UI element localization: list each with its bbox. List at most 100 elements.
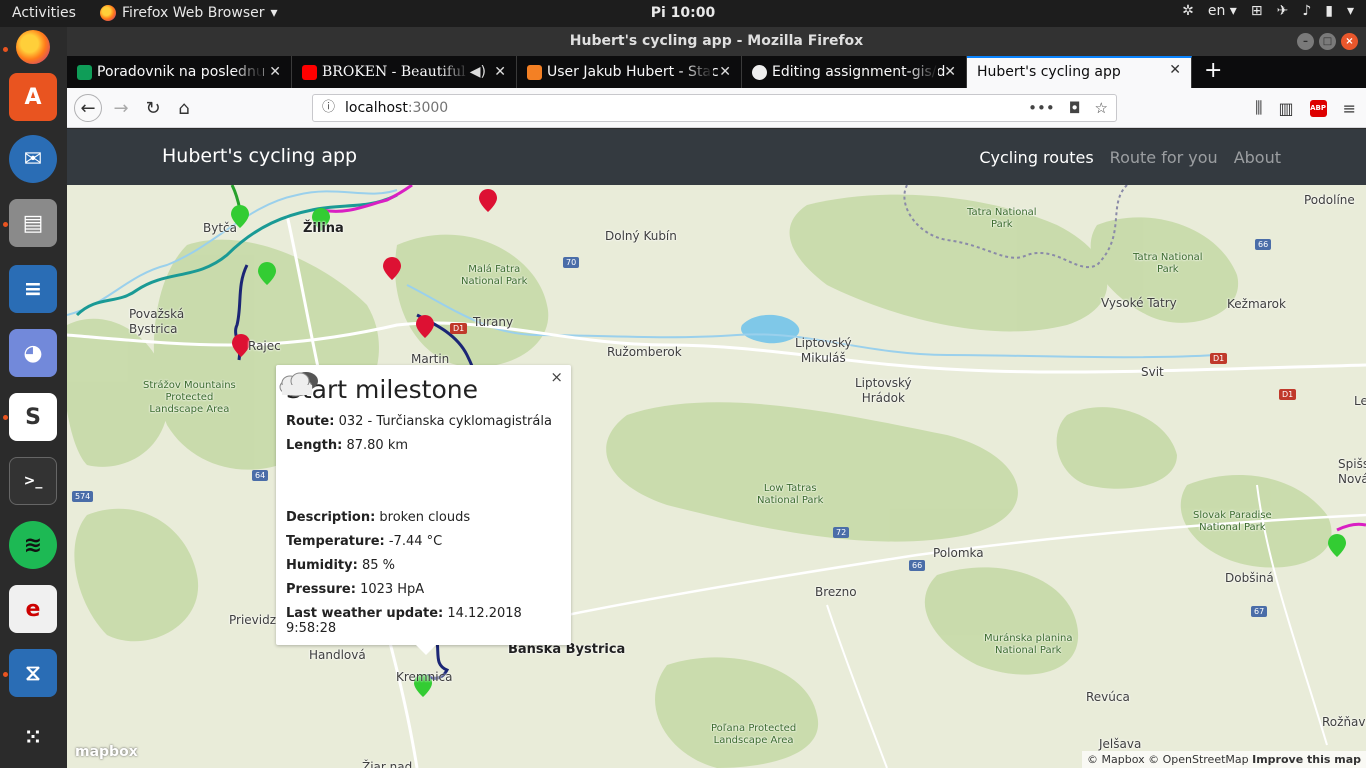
route-value: 032 - Turčianska cyklomagistrála [338,414,552,429]
volume-icon: ♪ [1302,3,1312,19]
back-button[interactable]: ← [74,94,102,122]
language-indicator[interactable]: en ▾ [1208,3,1237,19]
place-ziar: Žiar nad [362,760,413,768]
place-ruzomberok: Ružomberok [607,345,682,359]
new-tab-button[interactable]: + [1192,56,1222,88]
navigation-toolbar: ← → ↻ ⌂ ⓘ localhost:3000 ••• ◘ ☆ ⫼ ▥ ABP… [67,88,1366,128]
road-shield: D1 [450,323,468,334]
ubuntu-dock: A ✉ ▤ ≡ ◕ S >_ ≋ e ⧖ ⁙ [0,27,67,768]
close-icon[interactable]: ✕ [719,56,731,88]
tab-cycling-app[interactable]: Hubert's cycling app ✕ [967,56,1192,88]
bookmark-star-icon[interactable]: ☆ [1095,95,1108,121]
thunderbird-launcher[interactable]: ✉ [9,135,57,183]
spotify-launcher[interactable]: ≋ [9,521,57,569]
place-svit: Svit [1141,365,1164,379]
pressure-row: Pressure: 1023 HpA [286,582,425,597]
reload-button[interactable]: ↻ [139,94,167,122]
close-icon[interactable]: ✕ [944,56,956,88]
place-dobsina: Dobšiná [1225,571,1274,585]
close-icon[interactable]: ✕ [494,56,506,88]
place-liptovsky-mikulas: Liptovský Mikuláš [795,336,852,365]
tab-poradovnik[interactable]: Poradovnik na poslednu ✕ [67,56,292,88]
road-shield: 66 [909,560,926,571]
vscode-launcher[interactable]: ⧖ [9,649,57,697]
page-actions-icon[interactable]: ••• [1028,95,1055,121]
attribution-text[interactable]: © Mapbox © OpenStreetMap [1087,753,1249,766]
clock[interactable]: Pi 10:00 [0,5,1366,21]
menu-icon[interactable]: ≡ [1343,99,1356,118]
battery-icon: ▮ [1325,3,1333,19]
youtube-icon [302,65,317,80]
road-shield: 574 [72,491,94,502]
evince-launcher[interactable]: e [9,585,57,633]
place-revuca: Revúca [1086,690,1130,704]
software-center-launcher[interactable]: A [9,73,57,121]
park-mala-fatra: Malá Fatra National Park [461,264,528,287]
place-turany: Turany [473,315,514,329]
place-liptovsky-hradok: Liptovský Hrádok [855,376,912,405]
improve-map-link[interactable]: Improve this map [1252,753,1361,766]
app-brand[interactable]: Hubert's cycling app [162,145,357,167]
map-canvas[interactable]: Bytča Žilina Dolný Kubín Považská Bystri… [67,185,1366,768]
tab-stackoverflow[interactable]: User Jakub Hubert - Stac ✕ [517,56,742,88]
system-tray[interactable]: ✲ en ▾ ⊞ ✈ ♪ ▮ ▾ [1182,3,1354,19]
route-row: Route: 032 - Turčianska cyklomagistrála [286,414,552,429]
popup-title: Start milestone [286,375,478,404]
terminal-launcher[interactable]: >_ [9,457,57,505]
chevron-down-icon: ▾ [1346,3,1354,19]
popup-close-button[interactable]: × [550,368,563,386]
temperature-value: -7.44 °C [388,534,443,549]
discord-launcher[interactable]: ◕ [9,329,57,377]
adblock-icon[interactable]: ABP [1309,99,1327,117]
close-window-button[interactable]: × [1341,33,1358,50]
system-top-bar: Activities Firefox Web Browser ▾ Pi 10:0… [0,0,1366,27]
running-indicator [3,222,8,227]
close-icon[interactable]: ✕ [269,56,281,88]
network-icon: ⊞ [1250,3,1263,19]
files-launcher[interactable]: ▤ [9,199,57,247]
close-icon[interactable]: ✕ [1169,58,1181,84]
place-zilina: Žilina [303,221,344,236]
site-info-icon[interactable]: ⓘ [322,95,335,121]
window-titlebar[interactable]: Hubert's cycling app - Mozilla Firefox –… [67,27,1366,56]
firefox-icon [16,30,50,64]
accessibility-icon[interactable]: ✲ [1182,3,1194,19]
nav-route-for-you[interactable]: Route for you [1110,148,1218,167]
humidity-value: 85 % [361,558,395,573]
place-handlova: Handlová [309,648,366,662]
url-port: :3000 [407,100,449,116]
weather-update-row: Last weather update: 14.12.2018 9:58:28 [286,606,522,636]
firefox-launcher[interactable] [9,23,57,71]
mapbox-logo[interactable]: mapbox [75,744,138,760]
nav-cycling-routes[interactable]: Cycling routes [979,148,1093,167]
maximize-button[interactable]: □ [1319,33,1336,50]
milestone-popup: × Start milestone Route: 032 - Turčiansk… [276,365,571,655]
road-shield: 70 [563,257,580,268]
park-polana: Poľana Protected Landscape Area [711,723,797,746]
writer-launcher[interactable]: ≡ [9,265,57,313]
road-shield: D1 [1210,353,1228,364]
forward-button[interactable]: → [107,94,135,122]
place-rajec: Rajec [248,339,281,353]
home-button[interactable]: ⌂ [170,94,198,122]
minimize-button[interactable]: – [1297,33,1314,50]
humidity-row: Humidity: 85 % [286,558,395,573]
pocket-icon[interactable]: ◘ [1069,95,1081,121]
tab-github[interactable]: Editing assignment-gis/d ✕ [742,56,967,88]
place-vysoke-tatry: Vysoké Tatry [1101,296,1177,310]
library-icon[interactable]: ⫼ [1255,98,1262,118]
url-bar[interactable]: ⓘ localhost:3000 ••• ◘ ☆ [312,94,1117,122]
road-shield: 66 [1255,239,1272,250]
show-applications-button[interactable]: ⁙ [9,713,57,761]
road-shield: 67 [1251,606,1268,617]
sidebar-icon[interactable]: ▥ [1278,99,1293,118]
tab-youtube[interactable]: BROKEN - Beautiful ◀) ✕ [292,56,517,88]
place-bytca: Bytča [203,221,237,235]
slack-launcher[interactable]: S [9,393,57,441]
place-martin: Martin [411,352,450,366]
length-value: 87.80 km [346,438,409,453]
park-tatra: Tatra National Park [967,207,1037,230]
speaker-icon[interactable]: ◀) [470,56,486,88]
nav-about[interactable]: About [1234,148,1281,167]
place-brezno: Brezno [815,585,857,599]
